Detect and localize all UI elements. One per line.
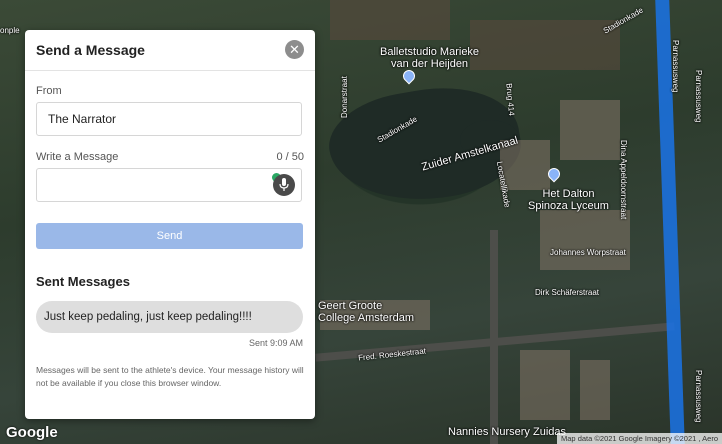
building-block [330,0,450,40]
sent-messages-title: Sent Messages [36,274,130,289]
microphone-icon[interactable] [273,174,295,196]
close-icon[interactable]: ✕ [285,40,304,59]
place-pin-icon[interactable] [400,67,418,85]
send-message-panel: Send a Message ✕ From The Narrator Write… [25,30,315,419]
map-attribution[interactable]: Map data ©2021 Google Imagery ©2021 , Ae… [557,433,722,444]
map-label-johannes-worpstraat: Johannes Worpstraat [550,248,626,257]
building-roof [580,360,610,420]
sent-message-time: Sent 9:09 AM [248,338,303,348]
history-note: Messages will be sent to the athlete's d… [36,365,304,388]
map-label-geert-groote-college: Geert Groote College Amsterdam [318,300,414,324]
map-label-parnassusweg: Parnassusweg [694,70,703,123]
map-label-parnassusweg: Parnassusweg [671,40,680,93]
map-label-dalton-lyceum: Het Dalton Spinoza Lyceum [528,188,609,212]
map-label-dirk-schaferstraat: Dirk Schäferstraat [535,288,600,297]
google-logo: Google [6,424,58,441]
map-label-balletstudio: Balletstudio Marieke van der Heijden [380,46,480,70]
map-label-partial: onple [0,26,20,35]
map-label-parnassusweg: Parnassusweg [694,370,703,423]
building-roof [560,100,620,160]
map-label-donarstraat: Donarstraat [340,76,349,118]
sent-message-bubble: Just keep pedaling, just keep pedaling!!… [36,301,303,333]
panel-header: Send a Message ✕ [25,30,315,71]
microphone-glyph-icon [279,178,289,191]
building-roof [520,350,570,420]
road [490,230,498,444]
building-roof [540,210,630,270]
message-label: Write a Message [36,151,119,163]
building-block [470,20,620,70]
send-button[interactable]: Send [36,223,303,249]
from-label: From [36,85,62,97]
map-label-dina-appeldoornstraat: Dina Appeldoornstraat [619,140,628,220]
route-line [655,0,685,444]
message-input[interactable] [36,168,302,202]
character-counter: 0 / 50 [276,151,304,163]
map-label-nannies-nursery: Nannies Nursery Zuidas [448,426,566,438]
from-field[interactable]: The Narrator [36,102,302,136]
panel-title: Send a Message [36,42,145,58]
map-label-brug: Brug 414 [504,82,517,117]
